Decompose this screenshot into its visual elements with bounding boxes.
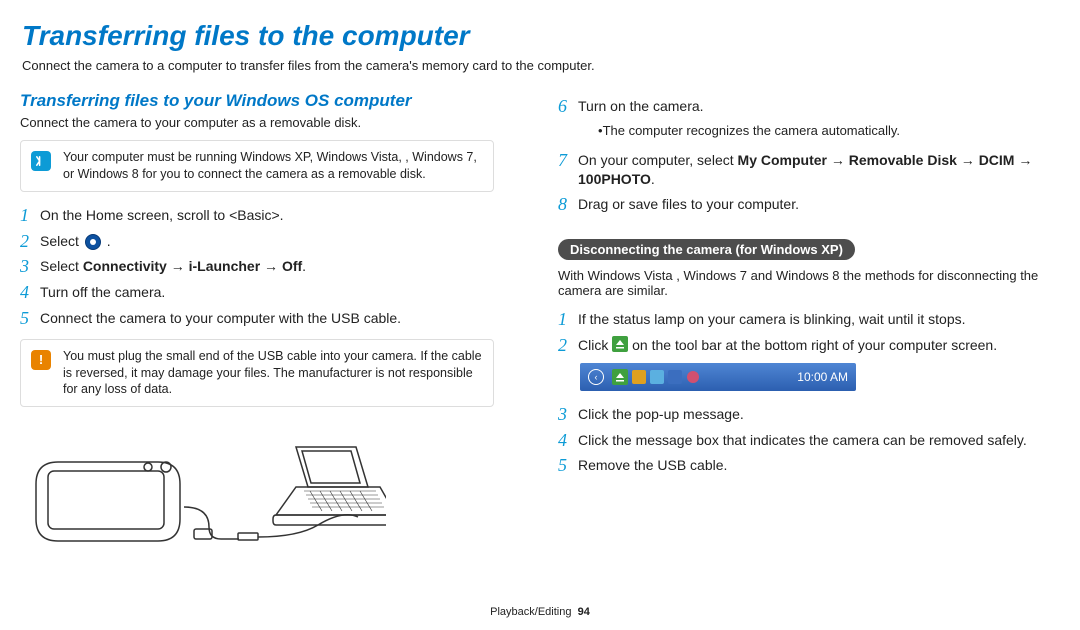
step-text: Connect the camera to your computer with… [40,309,522,328]
subsection-subtext: With Windows Vista , Windows 7 and Windo… [558,268,1060,298]
section-subtext: Connect the camera to your computer as a… [20,115,522,130]
step-text: Turn on the camera. [578,98,704,114]
step-number: 5 [20,309,40,329]
step-text: Click the message box that indicates the… [578,431,1060,450]
section-heading: Transferring files to your Windows OS co… [20,91,522,111]
step-number: 1 [558,310,578,330]
step-number: 7 [558,151,578,171]
tray-clock: 10:00 AM [797,370,848,384]
subsection-pill: Disconnecting the camera (for Windows XP… [558,239,855,260]
tray-volume-icon [668,370,682,384]
step-text: Select . [40,232,522,251]
step-number: 4 [20,283,40,303]
intro-text: Connect the camera to a computer to tran… [22,58,1060,73]
step-number: 8 [558,195,578,215]
sub-bullet: The computer recognizes the camera autom… [598,122,1060,140]
tray-icon [632,370,646,384]
step-number: 2 [558,336,578,356]
step-text: Select Connectivity → i-Launcher → Off. [40,257,522,276]
step-number: 4 [558,431,578,451]
step-text: Click on the tool bar at the bottom righ… [578,336,1060,357]
step-text: On the Home screen, scroll to <Basic>. [40,206,522,225]
warning-icon: ! [31,350,51,370]
windows-taskbar-tray: ‹ 10:00 AM [580,363,856,391]
warning-note-text: You must plug the small end of the USB c… [63,349,482,397]
step-number: 3 [558,405,578,425]
step-text: Click the pop-up message. [578,405,1060,424]
tray-expand-icon: ‹ [588,369,604,385]
step-text: If the status lamp on your camera is bli… [578,310,1060,329]
page-footer: Playback/Editing 94 [0,606,1080,618]
info-icon [31,151,51,171]
info-note-box: Your computer must be running Windows XP… [20,140,494,192]
safely-remove-icon [612,369,628,385]
step-number: 1 [20,206,40,226]
info-note-text: Your computer must be running Windows XP… [63,150,477,181]
safely-remove-icon [612,336,628,357]
warning-note-box: ! You must plug the small end of the USB… [20,339,494,408]
step-number: 2 [20,232,40,252]
step-text: Remove the USB cable. [578,456,1060,475]
mode-dial-icon [85,234,101,250]
camera-to-laptop-illustration [26,429,386,559]
step-text: Turn off the camera. [40,283,522,302]
step-text: On your computer, select My Computer → R… [578,151,1060,189]
step-number: 3 [20,257,40,277]
page-title: Transferring files to the computer [22,20,1060,52]
tray-icon [650,370,664,384]
step-text: Drag or save files to your computer. [578,195,1060,214]
step-number: 6 [558,97,578,117]
tray-icon [686,370,700,384]
step-number: 5 [558,456,578,476]
